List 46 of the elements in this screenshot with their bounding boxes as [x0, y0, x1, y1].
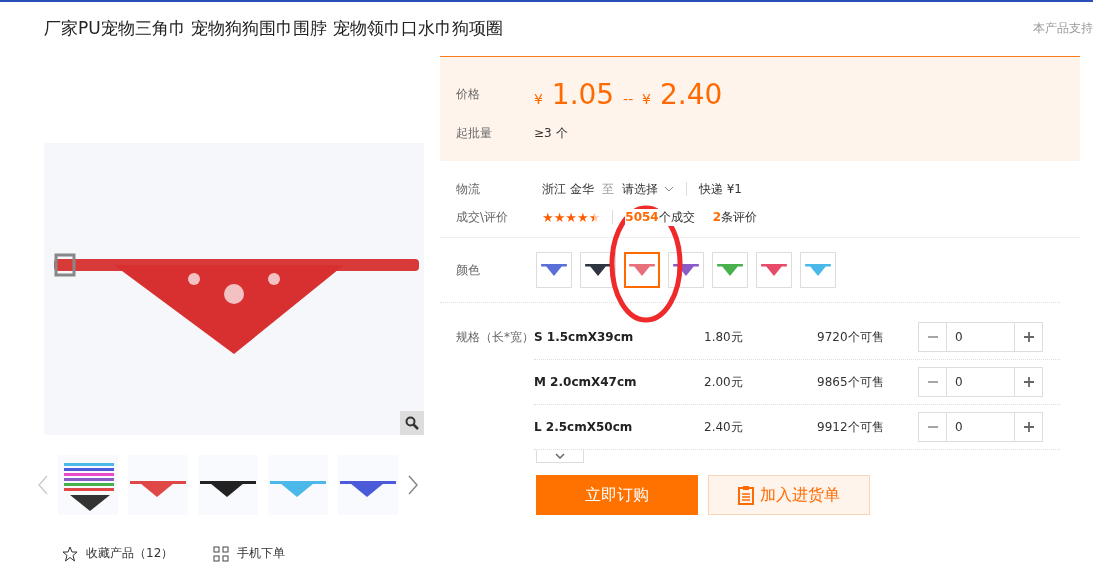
- to-text: 至: [601, 180, 614, 198]
- logistics-label: 物流: [456, 180, 481, 198]
- price-range: ¥ 1.05 -- ¥ 2.40: [534, 77, 723, 111]
- deals-label: 成交\评价: [456, 208, 510, 226]
- qr-code-icon: [213, 545, 230, 562]
- destination-select[interactable]: 请选择: [621, 180, 674, 198]
- rating-stars: ★★★★★: [542, 209, 601, 225]
- thumbnail[interactable]: [268, 455, 328, 515]
- support-note: 本产品支持: [1033, 19, 1093, 37]
- color-swatch[interactable]: [624, 252, 660, 288]
- deal-count: 5054个成交: [625, 208, 695, 226]
- size-price: 2.00元: [704, 373, 744, 391]
- size-name: M 2.0cmX47cm: [534, 375, 638, 389]
- min-order-label: 起批量: [456, 124, 493, 142]
- size-stock: 9720个可售: [817, 328, 885, 346]
- size-label: 规格（长*宽）: [456, 329, 534, 346]
- size-stock: 9865个可售: [817, 373, 885, 391]
- mobile-order-link[interactable]: 手机下单: [213, 545, 286, 562]
- thumbnail[interactable]: [58, 455, 118, 515]
- ship-from: 浙江 金华: [542, 180, 594, 198]
- zoom-button[interactable]: [400, 411, 424, 435]
- size-name: L 2.5cmX50cm: [534, 420, 634, 434]
- search-icon: [405, 416, 419, 430]
- size-price: 2.40元: [704, 418, 744, 436]
- plus-icon: [1022, 331, 1035, 343]
- caret-icon: [663, 186, 674, 192]
- review-count[interactable]: 2条评价: [712, 208, 758, 226]
- size-stock: 9912个可售: [817, 418, 885, 436]
- clipboard-icon: [738, 485, 754, 505]
- color-label: 颜色: [456, 261, 481, 279]
- shipping-fee: 快递 ¥1: [698, 180, 742, 198]
- plus-icon: [1022, 376, 1035, 388]
- min-order-value: ≥3 个: [534, 124, 568, 142]
- expand-button[interactable]: [536, 450, 584, 463]
- product-title: 厂家PU宠物三角巾 宠物狗狗围巾围脖 宠物领巾口水巾狗项圈: [44, 16, 503, 40]
- thumbnail[interactable]: [338, 455, 398, 515]
- star-icon: [62, 545, 78, 562]
- size-name: S 1.5cmX39cm: [534, 330, 635, 344]
- thumbnail[interactable]: [198, 455, 258, 515]
- chevron-down-icon: [555, 453, 565, 459]
- size-price: 1.80元: [704, 328, 744, 346]
- thumbnail[interactable]: [128, 455, 188, 515]
- favorite-link[interactable]: 收藏产品（12）: [62, 545, 174, 562]
- plus-icon: [1022, 421, 1035, 433]
- price-label: 价格: [456, 85, 481, 103]
- chevron-right-icon[interactable]: [408, 475, 418, 495]
